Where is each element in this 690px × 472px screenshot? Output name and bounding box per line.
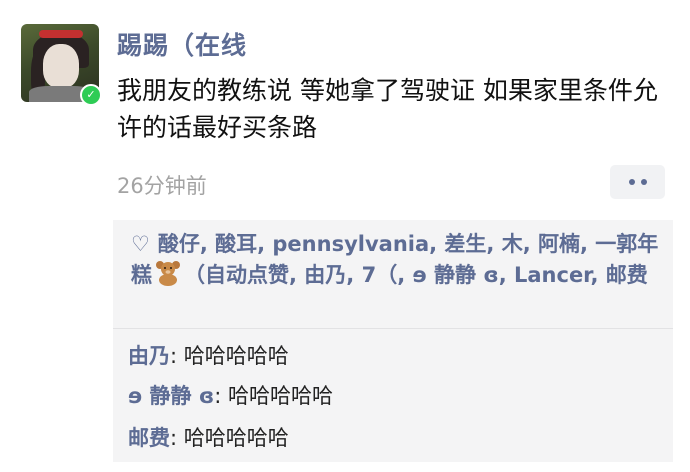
avatar-headband — [39, 30, 83, 38]
comment-text: 哈哈哈哈哈 — [183, 426, 289, 450]
avatar-face — [43, 44, 79, 88]
online-check-icon: ✓ — [80, 84, 102, 106]
likes-list: ♡ 酸仔, 酸耳, pennsylvania, 差生, 木, 阿楠, 一郭年糕 （… — [131, 229, 659, 291]
teddy-bear-icon — [156, 261, 180, 286]
post-author-name[interactable]: 踢踢（在线 — [117, 26, 247, 62]
post-text: 我朋友的教练说 等她拿了驾驶证 如果家里条件允许的话最好买条路 — [117, 76, 658, 142]
comment-author[interactable]: 邮费 — [128, 426, 170, 450]
post-timestamp: 26分钟前 — [117, 174, 207, 198]
more-dots-icon — [628, 179, 635, 185]
comment-separator: : — [170, 426, 184, 450]
divider — [113, 328, 673, 329]
more-options-button[interactable] — [610, 165, 665, 199]
comment-separator: : — [170, 344, 184, 368]
comment-item[interactable]: 邮费: 哈哈哈哈哈 — [128, 422, 289, 452]
interaction-panel: ♡ 酸仔, 酸耳, pennsylvania, 差生, 木, 阿楠, 一郭年糕 （… — [113, 220, 673, 462]
comment-item[interactable]: ɘ 静静 ɞ: 哈哈哈哈哈 — [128, 380, 333, 410]
comment-author[interactable]: 由乃 — [128, 344, 170, 368]
heart-icon: ♡ — [131, 232, 150, 256]
comment-item[interactable]: 由乃: 哈哈哈哈哈 — [128, 340, 289, 370]
comment-author[interactable]: ɘ 静静 ɞ — [128, 384, 214, 408]
comment-text: 哈哈哈哈哈 — [228, 384, 333, 408]
liker-names-continued[interactable]: （自动点赞, 由乃, 7（, ɘ 静静 ɞ, Lancer, 邮费 — [184, 263, 648, 287]
comment-text: 哈哈哈哈哈 — [183, 344, 289, 368]
more-dots-icon — [640, 179, 647, 185]
comment-separator: : — [214, 384, 228, 408]
